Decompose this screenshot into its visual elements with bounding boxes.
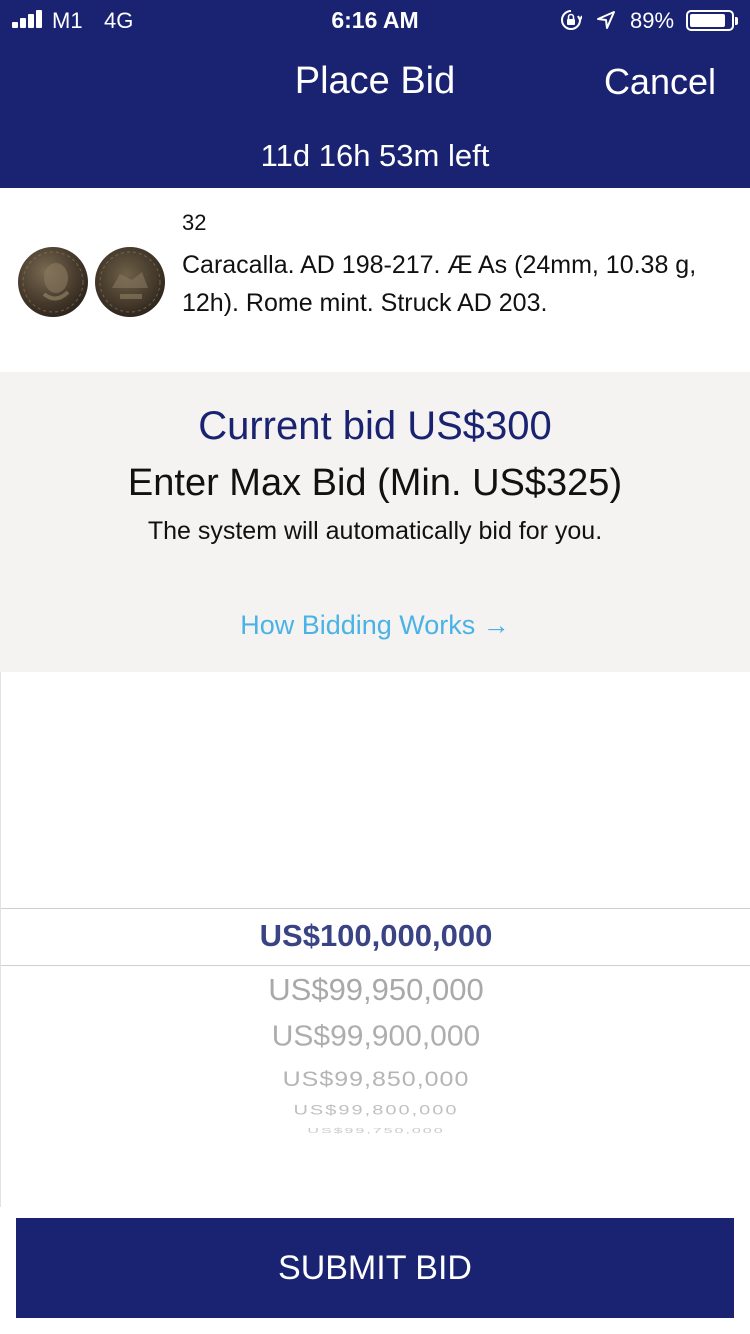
coin-image [18, 247, 165, 317]
enter-max-bid-label: Enter Max Bid (Min. US$325) [127, 462, 623, 504]
lot-number: 32 [182, 210, 207, 235]
time-left: 11d 16h 53m left [260, 138, 490, 173]
current-bid: Current bid US$300 [198, 404, 552, 448]
location-icon [597, 11, 615, 29]
max-bid-picker[interactable]: US$100,000,000 US$99,950,000 US$99,900,0… [0, 672, 750, 1207]
picker-option[interactable]: US$99,950,000 [1, 972, 750, 1008]
picker-option[interactable]: US$99,900,000 [1, 1021, 750, 1054]
battery-icon [686, 10, 738, 31]
lot-summary: 32 Caracalla. AD 198-217. Æ As (24mm, 10… [0, 188, 750, 372]
auto-bid-note: The system will automatically bid for yo… [147, 517, 603, 545]
how-bidding-works-link[interactable]: How Bidding Works → [0, 610, 750, 641]
picker-option-selected[interactable]: US$100,000,000 [1, 918, 750, 954]
lot-title: Caracalla. AD 198-217. Æ As (24mm, 10.38… [182, 251, 697, 317]
orientation-lock-icon [561, 10, 582, 30]
cancel-button[interactable]: Cancel [604, 61, 716, 103]
header: M1 4G 6:16 AM 89% Place Bid Cancel 11d 1… [0, 0, 750, 188]
picker-option[interactable]: US$99,800,000 [1, 1102, 750, 1118]
picker-option[interactable]: US$99,850,000 [1, 1067, 750, 1092]
bid-info-panel: Current bid US$300 Enter Max Bid (Min. U… [0, 372, 750, 672]
submit-bid-button[interactable]: SUBMIT BID [16, 1218, 734, 1318]
battery-percent: 89% [630, 8, 675, 33]
picker-option[interactable]: US$99,750,000 [1, 1127, 750, 1135]
status-bar: M1 4G 6:16 AM 89% [0, 0, 750, 40]
